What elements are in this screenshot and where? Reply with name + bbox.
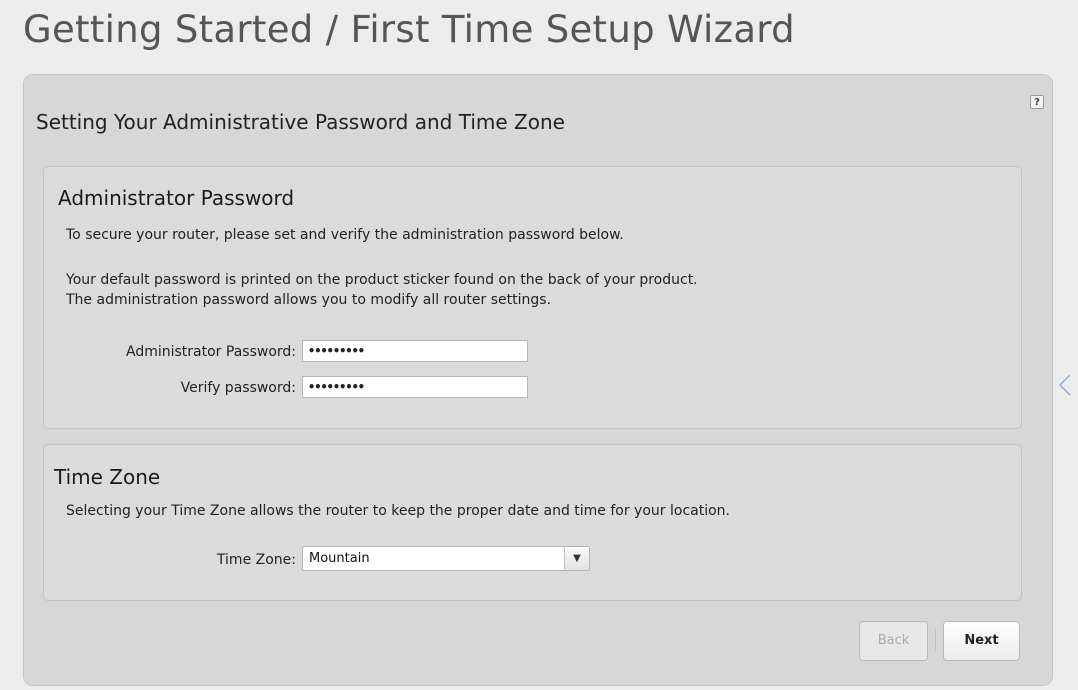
back-button[interactable]: Back (859, 621, 928, 661)
next-button[interactable]: Next (943, 621, 1020, 661)
admin-password-note-2: The administration password allows you t… (66, 292, 552, 308)
admin-password-intro: To secure your router, please set and ve… (66, 227, 624, 243)
help-icon[interactable]: ? (1030, 95, 1044, 109)
verify-password-label: Verify password: (180, 380, 296, 396)
button-divider (935, 629, 936, 651)
time-zone-select[interactable]: Mountain ▼ (302, 546, 590, 571)
admin-password-heading: Administrator Password (58, 186, 295, 210)
time-zone-section (43, 444, 1022, 601)
time-zone-selected-value: Mountain (309, 551, 370, 566)
time-zone-heading: Time Zone (54, 465, 161, 489)
admin-password-note-1: Your default password is printed on the … (66, 272, 698, 288)
collapse-arrow-icon[interactable] (1058, 373, 1072, 397)
time-zone-label: Time Zone: (216, 552, 296, 568)
verify-password-input[interactable]: ••••••••• (302, 376, 528, 398)
admin-password-label: Administrator Password: (126, 344, 296, 360)
time-zone-intro: Selecting your Time Zone allows the rout… (66, 503, 730, 519)
page-title: Getting Started / First Time Setup Wizar… (23, 8, 795, 51)
admin-password-input[interactable]: ••••••••• (302, 340, 528, 362)
chevron-down-icon[interactable]: ▼ (564, 547, 589, 570)
panel-title: Setting Your Administrative Password and… (36, 110, 565, 134)
